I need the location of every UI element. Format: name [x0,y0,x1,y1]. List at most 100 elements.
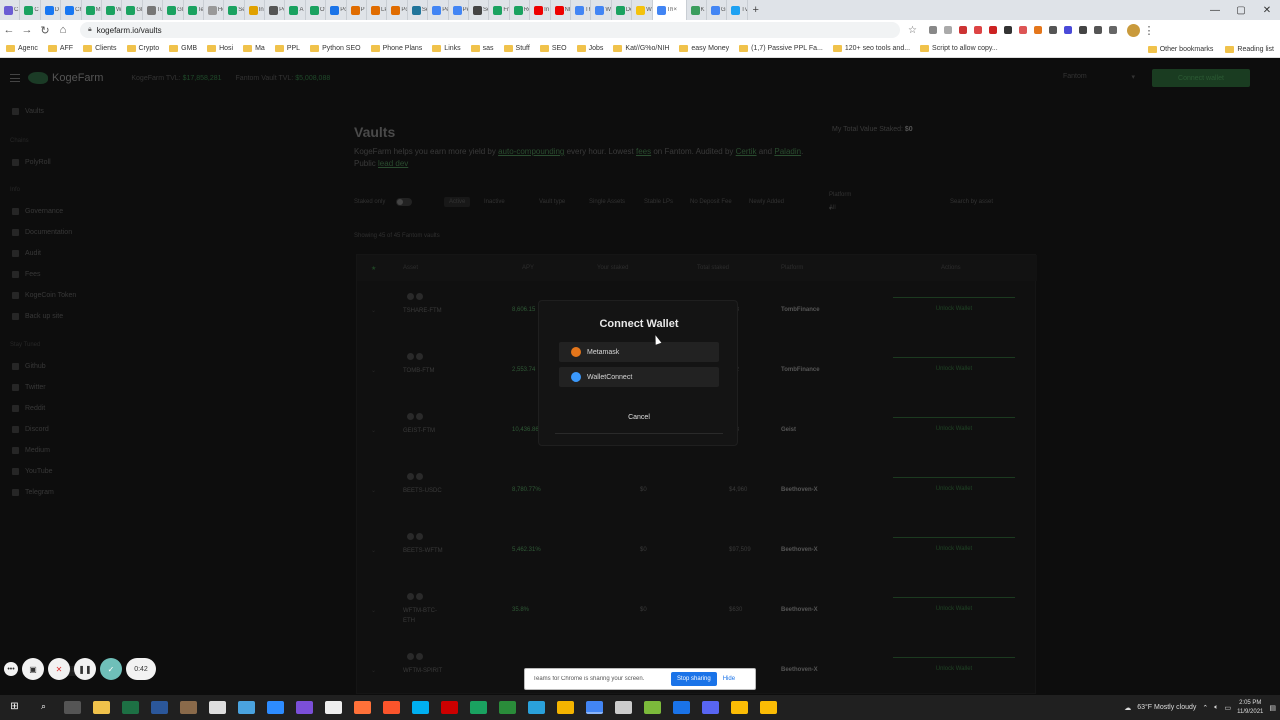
chevron-down-icon[interactable]: ⌄ [371,427,376,434]
reload-icon[interactable]: ↻ [36,24,54,37]
browser-tab[interactable]: Ins [245,0,266,20]
browser-tab[interactable]: Gr [707,0,728,20]
discord-icon[interactable] [702,701,719,714]
walletconnect-button[interactable]: WalletConnect [559,367,719,387]
telegram-icon[interactable] [528,701,545,714]
media-icon[interactable] [1108,26,1117,34]
browser-tab[interactable]: C [20,0,41,20]
sidebar-item-github[interactable]: Github [12,363,46,370]
chevron-down-icon[interactable]: ⌄ [371,487,376,494]
lead-dev-link[interactable]: lead dev [378,159,408,168]
column-header-apy[interactable]: APY [522,265,534,271]
newly-added-filter[interactable]: Newly Added [749,199,784,205]
app-icon[interactable] [673,701,690,714]
puzzle-icon[interactable] [1093,26,1102,34]
bookmark-item[interactable]: Links [432,45,461,52]
bookmark-item[interactable]: Kat//G%o/NIH [613,45,669,52]
bookmark-item[interactable]: PPL [274,45,300,52]
sidebar-item-telegram[interactable]: Telegram [12,489,54,496]
hamburger-icon[interactable] [10,74,20,82]
brave-icon[interactable] [383,701,400,714]
browser-tab[interactable]: Tv [727,0,748,20]
bookmark-star-icon[interactable]: ☆ [908,25,917,36]
table-row[interactable]: ⌄ BEETS-WFTM 5,462.31% $0 $97,509 Beethoven-X… [357,525,1037,585]
browser-tab[interactable]: Th [571,0,592,20]
metamask-button[interactable]: Metamask [559,342,719,362]
sidebar-item-vaults[interactable]: Vaults [12,108,44,115]
unlock-wallet-button[interactable]: Unlock Wallet [893,597,1015,619]
notepad-icon[interactable] [325,701,342,714]
single-assets-filter[interactable]: Single Assets [589,199,625,205]
table-row[interactable]: ⌄ BEETS-USDC 8,780.77% $0 $4,960 Beethoven-X U… [357,465,1037,525]
other-bookmarks[interactable]: Other bookmarks [1147,45,1213,53]
browser-tab[interactable]: M [82,0,102,20]
no-deposit-fee-filter[interactable]: No Deposit Fee [690,199,732,205]
network-icon[interactable]: ▭ [1225,704,1232,712]
extension-icon[interactable] [1063,26,1072,34]
unlock-wallet-button[interactable]: Unlock Wallet [893,657,1015,679]
certik-link[interactable]: Certik [736,147,757,156]
extension-icon[interactable] [988,26,997,34]
browser-tab[interactable]: Se [469,0,490,20]
sidebar-item-audit[interactable]: Audit [12,250,41,257]
sidebar-item-documentation[interactable]: Documentation [12,229,72,236]
chevron-down-icon[interactable]: ⌄ [371,667,376,674]
sidebar-item-reddit[interactable]: Reddit [12,405,45,412]
chevron-down-icon[interactable]: ⌄ [371,607,376,614]
staked-only-toggle[interactable] [396,198,412,206]
finish-recording-icon[interactable]: ✓ [100,658,122,680]
browser-tab[interactable]: W [632,0,653,20]
bookmark-item[interactable]: 120+ seo tools and... [832,45,910,52]
close-tab-icon[interactable]: × [674,7,680,13]
bookmark-item[interactable]: GMB [169,45,197,52]
browser-tab[interactable]: LP [367,0,388,20]
browser-tab[interactable]: Pe [428,0,449,20]
unlock-wallet-button[interactable]: Unlock Wallet [893,537,1015,559]
browser-tab[interactable]: Se [408,0,429,20]
bookmark-item[interactable]: Crypto [126,45,159,52]
unlock-wallet-button[interactable]: Unlock Wallet [893,297,1015,319]
table-row[interactable]: ⌄ WFTM-BTC-ETH 35.8% $0 $630 Beethoven-X Unloc… [357,585,1037,645]
column-header-total-staked[interactable]: Total staked [697,265,729,271]
bookmark-item[interactable]: Phone Plans [370,45,422,52]
chrome-canary-icon[interactable] [731,701,748,714]
extension-icon[interactable] [943,26,952,34]
paladin-link[interactable]: Paladin [774,147,801,156]
browser-tab[interactable]: Gl [163,0,184,20]
back-icon[interactable]: ← [0,24,18,36]
sidebar-item-discord[interactable]: Discord [12,426,49,433]
browser-tab[interactable]: In [530,0,551,20]
extension-icon[interactable] [1018,26,1027,34]
column-header-platform[interactable]: Platform [781,265,803,271]
sidebar-item-kogecoin-token[interactable]: KogeCoin Token [12,292,76,299]
chrome-icon[interactable] [586,701,603,714]
chrome-canary-icon[interactable] [760,701,777,714]
browser-tab[interactable]: Ch [61,0,82,20]
profile-avatar[interactable] [1126,23,1140,37]
bookmark-item[interactable]: Agenc [6,45,38,52]
app-icon[interactable] [499,701,516,714]
excel-icon[interactable] [122,701,139,714]
cancel-recording-icon[interactable]: ✕ [48,658,70,680]
sidebar-item-medium[interactable]: Medium [12,447,50,454]
home-icon[interactable]: ⌂ [54,24,72,36]
browser-tab[interactable]: De [612,0,633,20]
bookmark-item[interactable]: sas [470,45,494,52]
extension-icon[interactable] [1048,26,1057,34]
browser-tab[interactable]: D [41,0,62,20]
sidebar-item-youtube[interactable]: YouTube [12,468,53,475]
chevron-down-icon[interactable]: ⌄ [371,367,376,374]
bookmark-item[interactable]: Clients [83,45,117,52]
skype-icon[interactable] [412,701,429,714]
bookmark-item[interactable]: SEO [539,45,567,52]
bookmark-item[interactable]: easy Money [679,45,729,52]
hide-button[interactable]: Hide [723,676,735,682]
browser-tab[interactable]: Tu [143,0,164,20]
maximize-button[interactable]: ▢ [1228,5,1254,16]
browser-tab[interactable]: Th× [652,0,687,20]
url-input[interactable]: 🔒︎ kogefarm.io/vaults [80,22,900,38]
extension-icon[interactable] [973,26,982,34]
task-view-icon[interactable] [64,701,81,714]
stop-sharing-button[interactable]: Stop sharing [671,672,717,686]
logo[interactable]: KogeFarm [28,72,103,84]
